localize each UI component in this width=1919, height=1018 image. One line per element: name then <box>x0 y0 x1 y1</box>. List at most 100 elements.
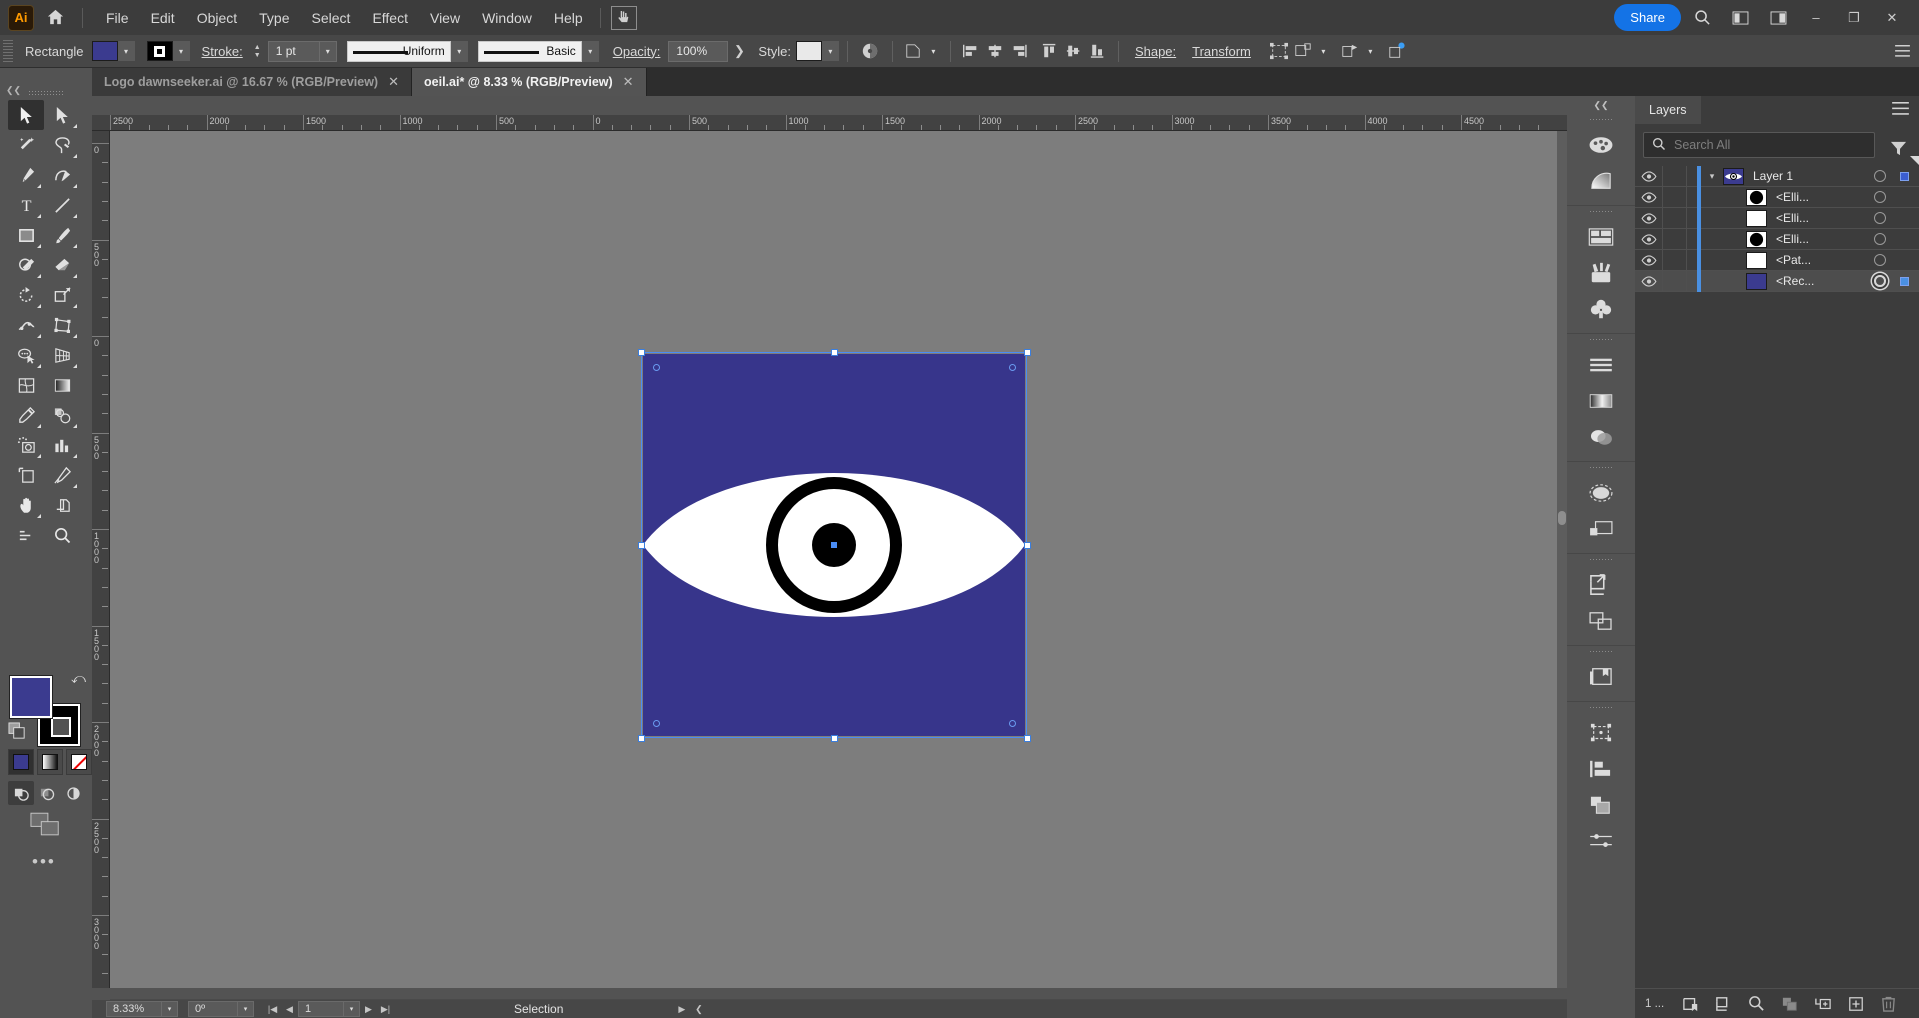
layer-row[interactable]: ▾ Layer 1 <box>1635 165 1919 187</box>
layer-row[interactable]: <Elli... <box>1635 186 1919 208</box>
chevron-down-icon[interactable]: ▾ <box>1701 171 1723 182</box>
visibility-toggle-eye-icon[interactable] <box>1635 254 1662 266</box>
document-setup-icon[interactable] <box>1385 39 1409 63</box>
last-artboard-icon[interactable]: ▶| <box>377 1004 394 1015</box>
draw-normal-button[interactable] <box>8 781 34 805</box>
stroke-weight-chevron-down-icon[interactable]: ▾ <box>319 40 337 62</box>
document-tab-oeil[interactable]: oeil.ai* @ 8.33 % (RGB/Preview) ✕ <box>412 68 647 96</box>
brush-definition-chevron-down-icon[interactable]: ▾ <box>581 40 599 62</box>
target-indicator[interactable] <box>1874 191 1886 203</box>
selection-handle-middle-right[interactable] <box>1024 542 1031 549</box>
status-collapse-icon[interactable]: ❮ <box>690 1004 707 1015</box>
maximize-button[interactable]: ❐ <box>1837 0 1871 35</box>
lock-toggle[interactable] <box>1662 270 1687 292</box>
layer-row[interactable]: <Elli... <box>1635 207 1919 229</box>
vertical-ruler[interactable]: 0 500 0 500 1000 1500 2000 2500 3000 <box>92 131 110 988</box>
perspective-grid-tool[interactable] <box>44 340 80 370</box>
layer-name[interactable]: <Pat... <box>1776 253 1811 267</box>
stroke-chevron-down-icon[interactable]: ▾ <box>172 41 190 61</box>
fill-swatch[interactable] <box>91 41 118 61</box>
artboard-chevron-down-icon[interactable]: ▾ <box>344 1001 360 1017</box>
lock-toggle[interactable] <box>1662 249 1687 271</box>
artboard-tool[interactable] <box>8 460 44 490</box>
appearance-icon[interactable] <box>1567 475 1635 511</box>
corner-widget-bottom-right[interactable] <box>1009 720 1016 727</box>
previous-artboard-icon[interactable]: ◀ <box>281 1004 298 1015</box>
opacity-expand-icon[interactable]: ❯ <box>728 43 750 59</box>
horizontal-ruler[interactable]: 2500 2000 1500 1000 500 0 500 1000 1500 2000 2500 3… <box>92 115 1567 131</box>
gradient-tool[interactable] <box>44 370 80 400</box>
target-indicator[interactable] <box>1874 170 1886 182</box>
pathfinder-icon[interactable] <box>1567 751 1635 787</box>
shape-builder-tool[interactable] <box>8 340 44 370</box>
print-tiling-tool[interactable] <box>44 490 80 520</box>
menu-window[interactable]: Window <box>471 5 543 31</box>
lock-toggle[interactable] <box>1662 228 1687 250</box>
target-indicator[interactable] <box>1874 233 1886 245</box>
none-mode-button[interactable] <box>66 749 92 775</box>
gradient-icon[interactable] <box>1567 383 1635 419</box>
panel-menu-icon[interactable] <box>1892 102 1909 118</box>
layer-row[interactable]: <Elli... <box>1635 228 1919 250</box>
menu-edit[interactable]: Edit <box>140 5 186 31</box>
variable-width-chevron-down-icon[interactable]: ▾ <box>450 40 468 62</box>
minimize-button[interactable]: – <box>1799 0 1833 35</box>
fill-chevron-down-icon[interactable]: ▾ <box>117 41 135 61</box>
free-transform-tool[interactable] <box>44 310 80 340</box>
toolbar-more-button[interactable]: ••• <box>32 852 56 872</box>
selection-tool[interactable] <box>8 100 44 130</box>
asset-export-icon[interactable] <box>1567 567 1635 603</box>
layer-name[interactable]: <Rec... <box>1776 274 1814 288</box>
eraser-tool[interactable] <box>44 250 80 280</box>
create-new-layer-icon[interactable] <box>1839 989 1872 1018</box>
corner-widget-top-left[interactable] <box>653 364 660 371</box>
brush-definition-field[interactable]: Basic <box>477 40 582 62</box>
brushes-icon[interactable] <box>1567 255 1635 291</box>
transform-icon[interactable] <box>1567 715 1635 751</box>
layer-name[interactable]: <Elli... <box>1776 232 1809 246</box>
selection-handle-middle-left[interactable] <box>638 542 645 549</box>
fill-color-swatch[interactable] <box>9 675 53 719</box>
tab-layers[interactable]: Layers <box>1635 96 1701 124</box>
touch-cursor-icon[interactable] <box>610 5 637 30</box>
rotate-tool[interactable] <box>8 280 44 310</box>
stroke-weight-field[interactable]: 1 pt <box>267 40 320 62</box>
control-bar-menu-icon[interactable] <box>1885 45 1919 57</box>
layer-name[interactable]: <Elli... <box>1776 190 1809 204</box>
align-left-icon[interactable] <box>959 39 983 63</box>
document-tab-logo-dawnseeker[interactable]: Logo dawnseeker.ai @ 16.67 % (RGB/Previe… <box>92 68 413 96</box>
isolate-chevron-down-icon[interactable]: ▾ <box>925 41 942 61</box>
home-icon[interactable] <box>34 0 76 35</box>
eyedropper-tool[interactable] <box>8 400 44 430</box>
target-indicator[interactable] <box>1874 212 1886 224</box>
zoom-tool[interactable] <box>44 520 80 550</box>
arrange-documents-icon[interactable] <box>1723 0 1757 35</box>
create-sublayer-icon[interactable] <box>1806 989 1839 1018</box>
direct-selection-tool[interactable] <box>44 100 80 130</box>
shaper-tool[interactable] <box>8 250 44 280</box>
close-button[interactable]: ✕ <box>1875 0 1909 35</box>
change-screen-mode-button[interactable] <box>30 812 62 840</box>
symbols-icon[interactable] <box>1567 291 1635 327</box>
status-menu-icon[interactable]: ▶ <box>673 1004 690 1015</box>
selection-handle-bottom-right[interactable] <box>1024 735 1031 742</box>
selection-indicator-square[interactable] <box>1900 172 1909 181</box>
lock-toggle[interactable] <box>1662 186 1687 208</box>
find-icon[interactable] <box>1740 989 1773 1018</box>
rotation-field[interactable]: 0º <box>188 1001 238 1017</box>
graphic-style-swatch[interactable] <box>795 41 822 61</box>
zoom-tool-row-left[interactable] <box>8 520 44 550</box>
layer-row[interactable]: <Pat... <box>1635 249 1919 271</box>
selection-handle-top-left[interactable] <box>638 349 645 356</box>
line-segment-tool[interactable] <box>44 190 80 220</box>
layer-name[interactable]: <Elli... <box>1776 211 1809 225</box>
lasso-tool[interactable] <box>44 130 80 160</box>
libraries-icon[interactable] <box>1567 659 1635 695</box>
visibility-toggle-eye-icon[interactable] <box>1635 275 1662 287</box>
menu-type[interactable]: Type <box>248 5 300 31</box>
style-chevron-down-icon[interactable]: ▾ <box>821 41 839 61</box>
next-artboard-icon[interactable]: ▶ <box>360 1004 377 1015</box>
pen-tool[interactable] <box>8 160 44 190</box>
corner-widget-top-right[interactable] <box>1009 364 1016 371</box>
variable-width-profile-field[interactable]: Uniform <box>346 40 451 62</box>
